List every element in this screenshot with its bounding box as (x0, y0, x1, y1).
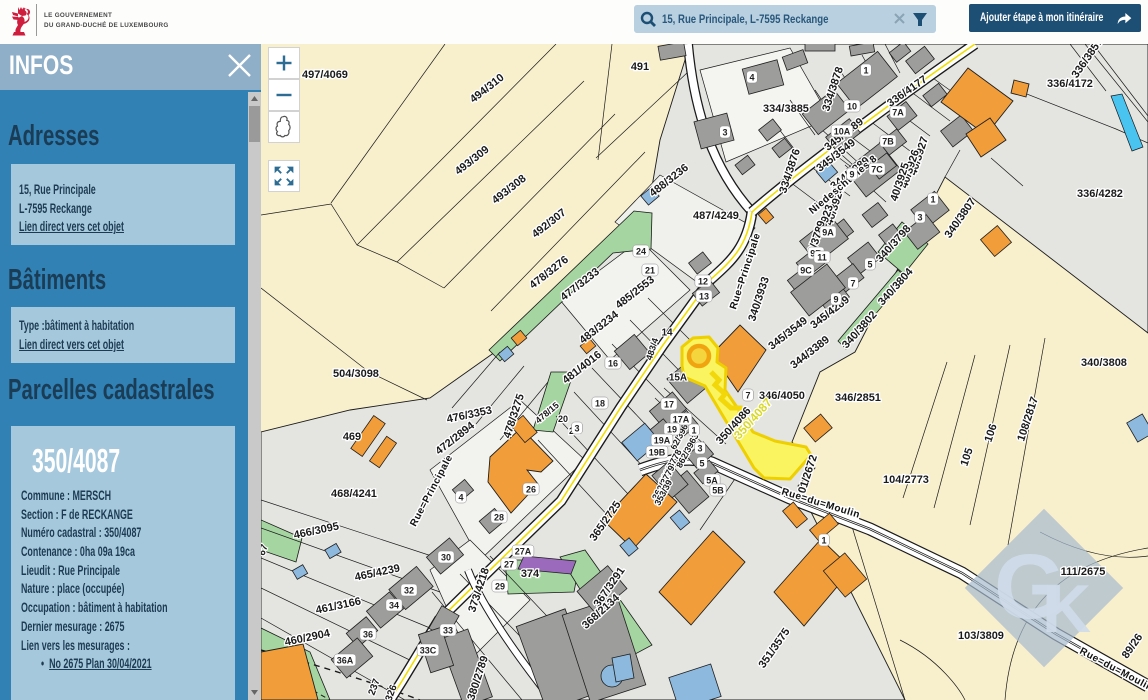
svg-text:4: 4 (749, 73, 754, 83)
svg-text:30: 30 (441, 553, 451, 563)
svg-text:28: 28 (494, 513, 504, 523)
svg-text:4: 4 (458, 493, 463, 503)
svg-text:336/4282: 336/4282 (1077, 188, 1123, 200)
svg-text:468/4241: 468/4241 (331, 488, 377, 500)
svg-text:1: 1 (691, 426, 696, 436)
svg-text:5B: 5B (712, 486, 724, 496)
svg-text:104/2773: 104/2773 (883, 474, 929, 486)
svg-text:9A: 9A (822, 228, 834, 238)
svg-text:111/2675: 111/2675 (1061, 566, 1106, 578)
svg-text:3: 3 (917, 213, 922, 223)
svg-text:1: 1 (863, 66, 868, 76)
svg-text:336/4172: 336/4172 (1047, 78, 1093, 90)
svg-text:491: 491 (631, 61, 649, 73)
svg-text:21: 21 (645, 266, 655, 276)
svg-text:469: 469 (343, 431, 361, 443)
svg-text:10A: 10A (834, 127, 851, 137)
svg-text:16: 16 (608, 359, 618, 369)
svg-text:3: 3 (722, 128, 727, 138)
svg-text:3: 3 (697, 444, 702, 454)
svg-text:3: 3 (574, 424, 579, 434)
svg-text:487/4249: 487/4249 (693, 210, 739, 222)
svg-text:34: 34 (389, 601, 399, 611)
svg-text:29: 29 (495, 582, 505, 592)
svg-text:K: K (1042, 571, 1091, 647)
svg-text:36: 36 (363, 630, 373, 640)
svg-text:19B: 19B (649, 448, 666, 458)
svg-text:12: 12 (698, 277, 708, 287)
svg-text:36A: 36A (337, 656, 354, 666)
svg-text:19A: 19A (654, 436, 671, 446)
svg-text:497/4069: 497/4069 (302, 69, 348, 81)
svg-text:5: 5 (867, 260, 872, 270)
svg-text:7: 7 (745, 391, 750, 401)
svg-text:24: 24 (636, 247, 646, 257)
svg-text:18: 18 (595, 399, 605, 409)
svg-text:14: 14 (661, 328, 673, 339)
svg-text:374: 374 (521, 568, 540, 580)
svg-text:11: 11 (817, 253, 827, 263)
svg-text:33C: 33C (420, 646, 437, 656)
svg-text:10: 10 (847, 102, 857, 112)
svg-text:1: 1 (821, 536, 826, 546)
svg-text:26: 26 (526, 485, 536, 495)
svg-text:5: 5 (699, 459, 704, 469)
svg-text:15A: 15A (669, 373, 687, 384)
svg-text:7B: 7B (882, 137, 894, 147)
svg-text:504/3098: 504/3098 (333, 368, 379, 380)
svg-text:103/3809: 103/3809 (958, 630, 1004, 642)
svg-text:7C: 7C (871, 165, 883, 175)
svg-text:19: 19 (667, 425, 677, 435)
svg-text:32: 32 (404, 586, 414, 596)
svg-text:9: 9 (849, 170, 854, 180)
svg-text:334/3885: 334/3885 (763, 103, 809, 115)
svg-text:346/2851: 346/2851 (835, 392, 881, 404)
svg-text:13: 13 (699, 292, 709, 302)
svg-text:9C: 9C (800, 266, 812, 276)
svg-text:1: 1 (930, 195, 935, 205)
svg-text:27A: 27A (515, 547, 532, 557)
svg-text:7: 7 (850, 279, 855, 289)
svg-text:9: 9 (833, 295, 838, 305)
svg-text:7A: 7A (892, 108, 904, 118)
svg-text:340/3808: 340/3808 (1081, 357, 1127, 369)
svg-text:27: 27 (504, 560, 514, 570)
svg-text:20: 20 (558, 414, 568, 424)
svg-text:17: 17 (664, 400, 674, 410)
svg-text:33: 33 (443, 626, 453, 636)
